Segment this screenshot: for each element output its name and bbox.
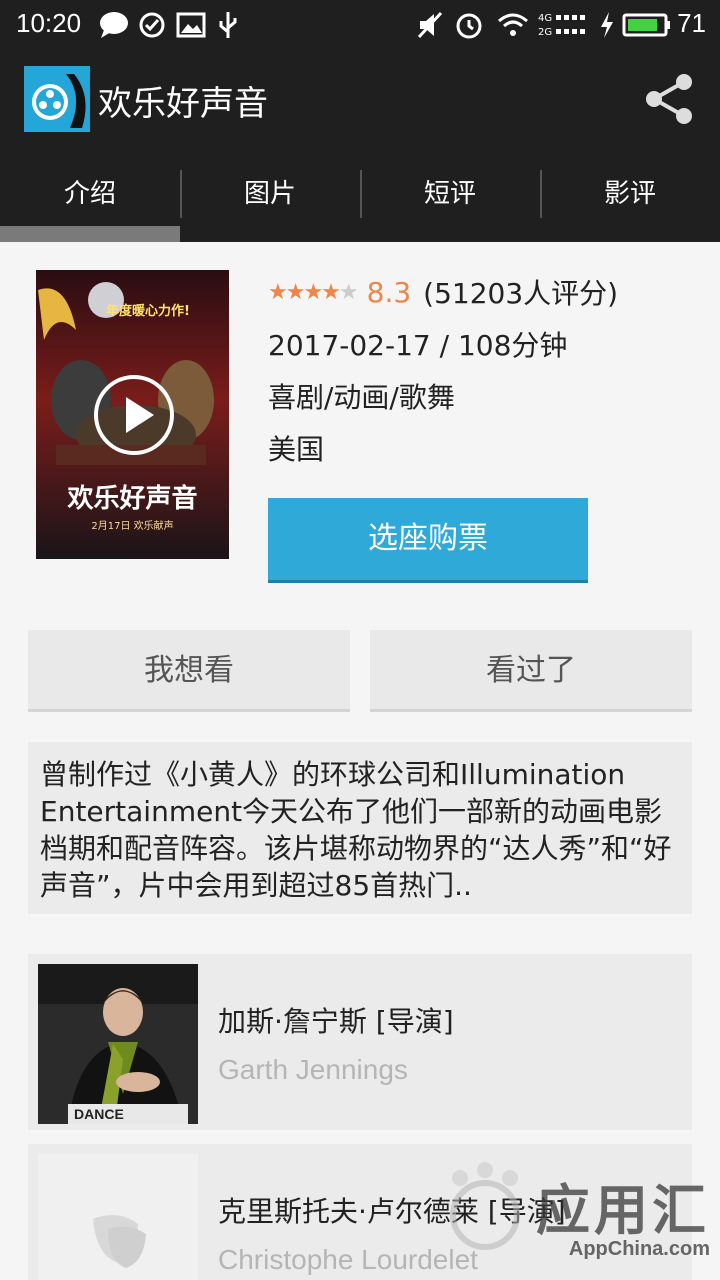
share-icon[interactable] bbox=[642, 72, 696, 126]
person-name: 加斯·詹宁斯 [导演] bbox=[218, 1005, 454, 1038]
battery-icon bbox=[622, 13, 670, 37]
rating-score: 8.3 bbox=[366, 275, 412, 309]
person-photo-placeholder bbox=[38, 1154, 198, 1280]
tab-photos[interactable]: 图片 bbox=[180, 150, 360, 242]
person-card[interactable]: DANCE 加斯·詹宁斯 [导演] Garth Jennings bbox=[28, 954, 692, 1130]
charging-icon bbox=[601, 12, 613, 38]
app-logo[interactable] bbox=[24, 66, 90, 132]
poster-tagline: 年度暖心力作! bbox=[106, 304, 190, 319]
theater-masks-icon bbox=[93, 1215, 146, 1268]
movie-poster[interactable]: 年度暖心力作! 欢乐好声音 2月17日 欢乐献声 bbox=[36, 270, 229, 559]
signal-icon: 4G 2G bbox=[538, 13, 585, 38]
person-photo: DANCE bbox=[38, 964, 198, 1124]
battery-level: 71 bbox=[677, 8, 706, 38]
status-bar: 10:20 4G 2G 71 bbox=[0, 0, 720, 50]
genres: 喜剧/动画/歌舞 bbox=[268, 381, 455, 414]
want-to-watch-button[interactable]: 我想看 bbox=[28, 630, 350, 712]
poster-title: 欢乐好声音 bbox=[67, 484, 198, 514]
image-icon bbox=[176, 12, 206, 38]
tab-reviews[interactable]: 影评 bbox=[540, 150, 720, 242]
poster-date: 2月17日 欢乐献声 bbox=[91, 521, 174, 532]
usb-icon bbox=[219, 12, 237, 38]
mute-icon bbox=[417, 11, 443, 39]
tab-indicator bbox=[0, 226, 180, 242]
check-circle-icon bbox=[139, 12, 165, 38]
rating-row: ★★★★★ 8.3 (51203人评分) bbox=[268, 272, 618, 312]
appchina-watermark: 应用汇 AppChina.com bbox=[440, 1150, 720, 1280]
watched-button[interactable]: 看过了 bbox=[370, 630, 692, 712]
tab-short-reviews[interactable]: 短评 bbox=[360, 150, 540, 242]
chat-icon bbox=[100, 12, 128, 38]
page-title: 欢乐好声音 bbox=[98, 84, 268, 124]
alarm-icon bbox=[456, 13, 482, 39]
person-english-name: Garth Jennings bbox=[218, 1054, 408, 1085]
release-runtime: 2017-02-17 / 108分钟 bbox=[268, 329, 568, 362]
photo-caption: DANCE bbox=[74, 1106, 124, 1122]
stars-filled: ★★★★ bbox=[268, 279, 341, 305]
rating-count: (51203人评分) bbox=[423, 277, 619, 310]
watermark-text: 应用汇 bbox=[536, 1179, 710, 1242]
star-rating: ★★★★★ bbox=[268, 279, 359, 305]
app-bar: 〈 欢乐好声音 bbox=[0, 50, 720, 150]
status-time: 10:20 bbox=[16, 8, 82, 38]
synopsis[interactable]: 曾制作过《小黄人》的环球公司和Illumination Entertainmen… bbox=[28, 742, 692, 914]
svg-text:2G: 2G bbox=[538, 27, 552, 38]
play-icon[interactable] bbox=[94, 375, 174, 455]
country: 美国 bbox=[268, 433, 325, 466]
watermark-logo-icon bbox=[450, 1162, 520, 1250]
svg-text:4G: 4G bbox=[538, 13, 552, 24]
watermark-subtext: AppChina.com bbox=[568, 1238, 710, 1260]
wifi-icon bbox=[498, 13, 528, 36]
buy-ticket-button[interactable]: 选座购票 bbox=[268, 498, 588, 580]
stars-empty: ★ bbox=[338, 279, 359, 305]
person-english-name: Christophe Lourdelet bbox=[218, 1244, 478, 1275]
